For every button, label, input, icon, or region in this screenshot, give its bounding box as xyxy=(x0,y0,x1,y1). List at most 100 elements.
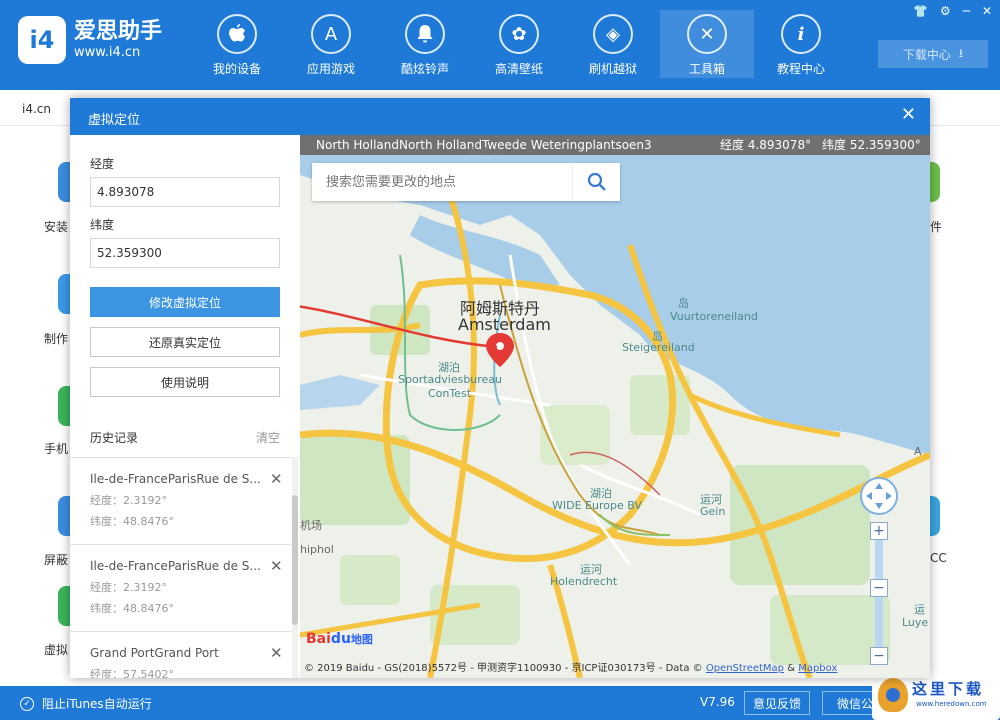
map-label-holendrecht: Holendrecht xyxy=(550,575,618,588)
nav-label: 工具箱 xyxy=(688,62,725,76)
app-title: 爱思助手 xyxy=(74,19,163,44)
baidu-logo-text: Bai xyxy=(306,631,331,647)
gear-icon[interactable]: ⚙ xyxy=(940,4,951,18)
delete-history-icon[interactable]: ✕ xyxy=(270,470,283,488)
app-store-icon: A xyxy=(311,14,351,54)
background-label-4: 屏蔽 xyxy=(44,553,69,567)
watermark: 这里下载 www.heredown.com xyxy=(872,672,1000,720)
history-scroll-thumb[interactable] xyxy=(292,495,298,625)
mapbox-link[interactable]: Mapbox xyxy=(798,663,837,674)
map-label-wide-europe: WIDE Europe BV xyxy=(552,499,642,512)
map-label-gein: Gein xyxy=(700,505,726,518)
nav-apps[interactable]: A 应用游戏 xyxy=(284,10,378,78)
check-icon: ✓ xyxy=(20,696,34,711)
itunes-block-toggle[interactable]: ✓ 阻止iTunes自动运行 xyxy=(20,695,152,712)
help-button[interactable]: 使用说明 xyxy=(90,367,280,397)
map-label-city-en: Amsterdam xyxy=(458,315,551,334)
openstreetmap-link[interactable]: OpenStreetMap xyxy=(706,663,784,674)
history-item-latitude: 纬度：48.8476° xyxy=(90,602,174,615)
search-icon xyxy=(587,172,606,191)
background-tab-label[interactable]: i4.cn xyxy=(22,102,51,116)
map-canvas[interactable] xyxy=(300,135,930,678)
history-item-name: Ile-de-FranceParisRue de S... xyxy=(90,559,261,573)
map-label-airport: 机场 xyxy=(300,519,322,532)
zoom-handle[interactable]: − xyxy=(870,579,888,597)
nav-label: 刷机越狱 xyxy=(588,62,637,76)
map-search-input[interactable] xyxy=(312,163,562,201)
watermark-url: www.heredown.com xyxy=(916,700,987,708)
zoom-out-button[interactable]: − xyxy=(870,647,888,665)
map-label-island: 岛 xyxy=(678,297,689,310)
history-item-name: Ile-de-FranceParisRue de S... xyxy=(90,472,261,486)
close-window-icon[interactable]: ✕ xyxy=(982,4,992,18)
download-icon: ⭳ xyxy=(958,45,964,60)
tools-icon: ✕ xyxy=(687,14,727,54)
map-label-vuurtoreneiland: Vuurtoreneiland xyxy=(670,310,758,323)
background-label-5: 虚拟 xyxy=(44,643,69,657)
copyright-amp: & xyxy=(784,663,799,674)
map-label-schiphol: hiphol xyxy=(300,543,334,556)
nav-label: 酷炫铃声 xyxy=(400,62,449,76)
background-right-label-2: CC xyxy=(930,551,947,565)
map-label-canal-3: 运 xyxy=(914,603,925,616)
nav-label: 应用游戏 xyxy=(306,62,355,76)
copyright-text: © 2019 Baidu - GS(2018)5572号 - 甲测资字11009… xyxy=(304,663,706,674)
history-item-name: Grand PortGrand Port xyxy=(90,646,219,660)
map-info-bar: North HollandNorth HollandTweede Weterin… xyxy=(300,135,930,155)
apple-icon xyxy=(217,14,257,54)
latitude-label: 纬度 xyxy=(90,218,115,232)
app-logo: i4 爱思助手 www.i4.cn xyxy=(18,16,162,64)
delete-history-icon[interactable]: ✕ xyxy=(270,644,283,662)
delete-history-icon[interactable]: ✕ xyxy=(270,557,283,575)
map-latitude-readout: 纬度 52.359300° xyxy=(822,138,921,152)
background-label-1: 安装 xyxy=(44,220,69,234)
history-item[interactable]: Ile-de-FranceParisRue de S... 经度：2.3192°… xyxy=(70,545,292,632)
flower-icon: ✿ xyxy=(499,14,539,54)
download-center-button[interactable]: 下载中心 ⭳ xyxy=(878,40,988,68)
nav-tutorials[interactable]: i 教程中心 xyxy=(754,10,848,78)
close-icon[interactable]: ✕ xyxy=(901,104,916,125)
map-view[interactable]: North HollandNorth HollandTweede Weterin… xyxy=(300,135,930,678)
history-list: Ile-de-FranceParisRue de S... 经度：2.3192°… xyxy=(70,457,300,678)
history-item[interactable]: Grand PortGrand Port 经度：57.5402° ✕ xyxy=(70,632,292,678)
nav-label: 教程中心 xyxy=(776,62,825,76)
history-item-latitude: 纬度：48.8476° xyxy=(90,515,174,528)
nav-my-device[interactable]: 我的设备 xyxy=(190,10,284,78)
nav-wallpapers[interactable]: ✿ 高清壁纸 xyxy=(472,10,566,78)
top-bar: i4 爱思助手 www.i4.cn 我的设备 A 应用游戏 酷炫铃声 ✿ 高清壁… xyxy=(0,0,1000,90)
minimize-icon[interactable]: ─ xyxy=(963,4,970,18)
app-url: www.i4.cn xyxy=(74,45,141,60)
bell-icon xyxy=(405,14,445,54)
version-label: V7.96 xyxy=(700,695,735,709)
zoom-in-button[interactable]: + xyxy=(870,522,888,540)
nav-flash-jailbreak[interactable]: ◈ 刷机越狱 xyxy=(566,10,660,78)
box-icon: ◈ xyxy=(593,14,633,54)
map-label-contest: ConTest xyxy=(428,387,472,400)
map-label-steigereiland: Steigereiland xyxy=(622,341,695,354)
map-search-button[interactable] xyxy=(572,163,620,201)
info-icon: i xyxy=(781,14,821,54)
longitude-input[interactable]: 4.893078 xyxy=(90,177,280,207)
modify-location-button[interactable]: 修改虚拟定位 xyxy=(90,287,280,317)
clear-history-button[interactable]: 清空 xyxy=(256,429,280,446)
background-right-label-1: 件 xyxy=(930,220,943,234)
history-title: 历史记录 xyxy=(90,431,139,445)
shirt-icon[interactable]: 👕 xyxy=(913,4,928,18)
restore-location-button[interactable]: 还原真实定位 xyxy=(90,327,280,357)
download-label: 下载中心 xyxy=(902,47,951,62)
nav-ringtones[interactable]: 酷炫铃声 xyxy=(378,10,472,78)
bottom-bar: ✓ 阻止iTunes自动运行 V7.96 意见反馈 微信公 xyxy=(0,686,1000,720)
history-item[interactable]: Ile-de-FranceParisRue de S... 经度：2.3192°… xyxy=(70,458,292,545)
history-item-longitude: 经度：2.3192° xyxy=(90,581,167,594)
window-controls: 👕 ⚙ ─ ✕ xyxy=(913,4,992,18)
latitude-input[interactable]: 52.359300 xyxy=(90,238,280,268)
baidu-map-logo: Baidu地图 xyxy=(306,631,373,647)
watermark-title: 这里下载 xyxy=(912,680,985,698)
feedback-button[interactable]: 意见反馈 xyxy=(744,691,810,715)
map-pan-control[interactable] xyxy=(860,477,898,515)
nav-toolbox[interactable]: ✕ 工具箱 xyxy=(660,10,754,78)
watermark-logo-icon xyxy=(878,678,908,712)
main-nav: 我的设备 A 应用游戏 酷炫铃声 ✿ 高清壁纸 ◈ 刷机越狱 ✕ 工具箱 i 教… xyxy=(190,10,848,78)
baidu-logo-map: 地图 xyxy=(350,633,373,646)
dialog-title: 虚拟定位 xyxy=(88,113,141,128)
